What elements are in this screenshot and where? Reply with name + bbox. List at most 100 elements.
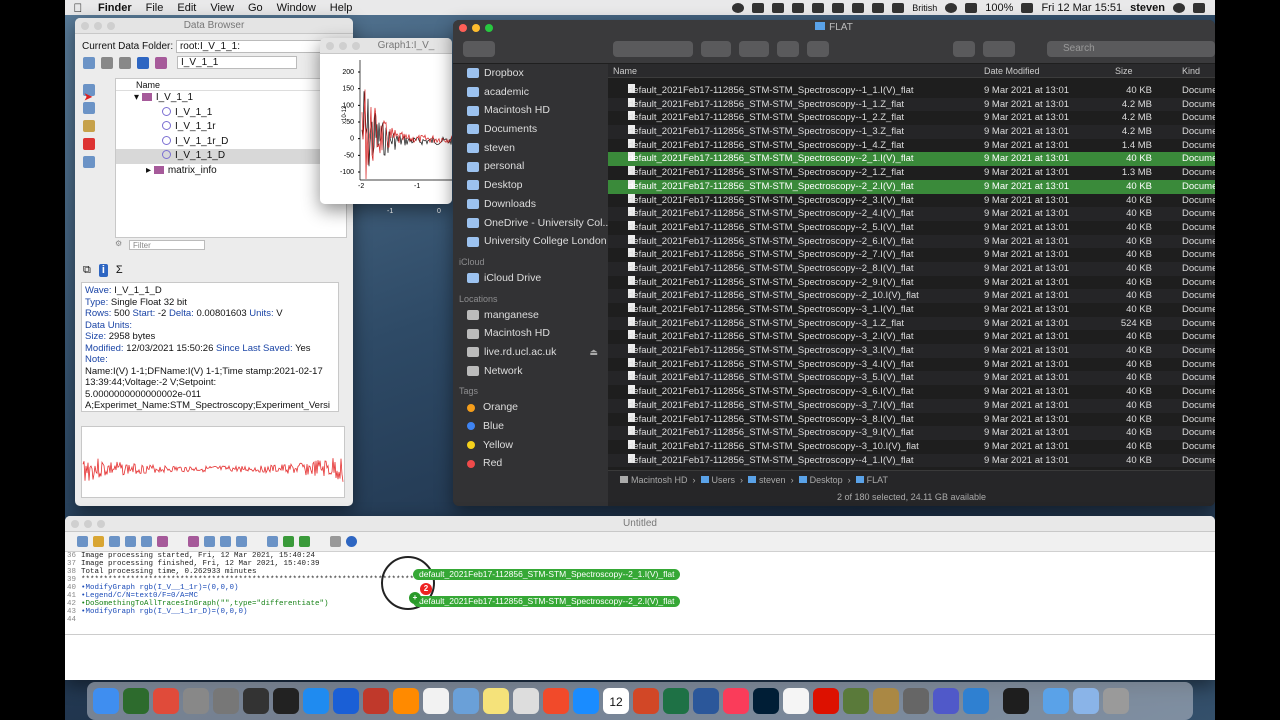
column-size[interactable]: Size: [1115, 64, 1133, 78]
file-row[interactable]: default_2021Feb17-112856_STM-STM_Spectro…: [608, 248, 1215, 262]
back-arrow-icon[interactable]: [101, 56, 113, 69]
shazam-icon[interactable]: [333, 688, 359, 714]
vpn-icon[interactable]: [873, 688, 899, 714]
siri-icon[interactable]: [1173, 2, 1185, 13]
print-icon[interactable]: [125, 536, 136, 547]
close-button[interactable]: [326, 42, 334, 50]
teams-icon[interactable]: [933, 688, 959, 714]
sidebar-item[interactable]: Dropbox: [453, 64, 608, 83]
help-icon[interactable]: [346, 536, 357, 547]
control-center-icon[interactable]: [1193, 2, 1205, 13]
calendar-icon[interactable]: 12: [603, 688, 629, 714]
file-row-selected[interactable]: default_2021Feb17-112856_STM-STM_Spectro…: [608, 152, 1215, 167]
open-icon[interactable]: [93, 536, 104, 547]
help-browser-icon[interactable]: [236, 536, 247, 547]
bluetooth-icon[interactable]: [812, 2, 825, 13]
file-row[interactable]: default_2021Feb17-112856_STM-STM_Spectro…: [608, 84, 1215, 98]
textedit-icon[interactable]: [783, 688, 809, 714]
file-row[interactable]: default_2021Feb17-112856_STM-STM_Spectro…: [608, 316, 1215, 331]
photoshop-icon[interactable]: [753, 688, 779, 714]
close-button[interactable]: [459, 24, 467, 32]
path-segment[interactable]: FLAT: [867, 475, 888, 485]
minimize-button[interactable]: [472, 24, 480, 32]
zoom-button[interactable]: [352, 42, 360, 50]
column-name[interactable]: Name: [613, 64, 637, 78]
tree-row[interactable]: ➤ ▾ I_V_1_1: [84, 91, 346, 106]
file-row[interactable]: default_2021Feb17-112856_STM-STM_Spectro…: [608, 261, 1215, 276]
menu-view[interactable]: View: [203, 2, 241, 14]
excel-icon[interactable]: [663, 688, 689, 714]
search-field[interactable]: Search: [1047, 41, 1215, 57]
delete-icon[interactable]: [83, 138, 95, 150]
save-icon[interactable]: [109, 536, 120, 547]
zoom-button[interactable]: [485, 24, 493, 32]
file-row[interactable]: default_2021Feb17-112856_STM-STM_Spectro…: [608, 166, 1215, 180]
disclosure-icon[interactable]: ▸: [146, 165, 151, 176]
launchpad-icon[interactable]: [183, 688, 209, 714]
tree-row-selected[interactable]: I_V_1_1_D: [116, 149, 346, 164]
image-viewer-icon[interactable]: [843, 688, 869, 714]
sidebar-tag[interactable]: Yellow: [453, 436, 608, 455]
path-segment[interactable]: Macintosh HD: [631, 475, 688, 485]
sidebar-item[interactable]: manganese: [453, 306, 608, 325]
finder-icon[interactable]: [93, 688, 119, 714]
gear-icon[interactable]: ⚙: [115, 239, 122, 248]
eject-icon[interactable]: ⏏: [589, 343, 598, 362]
forward-arrow-icon[interactable]: [119, 56, 131, 69]
vpn-icon[interactable]: [792, 2, 805, 13]
view-mode-control[interactable]: [613, 41, 693, 57]
printer-icon[interactable]: [832, 2, 845, 13]
sidebar-item[interactable]: Macintosh HD: [453, 324, 608, 343]
tree-row[interactable]: I_V_1_1r_D: [116, 135, 346, 150]
monitor-icon[interactable]: [83, 56, 95, 69]
dropbox-icon[interactable]: [772, 2, 785, 13]
sidebar-tag[interactable]: Orange: [453, 398, 608, 417]
menu-edit[interactable]: Edit: [170, 2, 203, 14]
sticky-icon[interactable]: [483, 688, 509, 714]
volume-icon[interactable]: [892, 2, 905, 13]
file-row[interactable]: default_2021Feb17-112856_STM-STM_Spectro…: [608, 426, 1215, 440]
share-button[interactable]: [777, 41, 799, 57]
clock[interactable]: Fri 12 Mar 15:51: [1041, 2, 1122, 14]
file-row[interactable]: default_2021Feb17-112856_STM-STM_Spectro…: [608, 207, 1215, 221]
column-date[interactable]: Date Modified: [984, 64, 1040, 78]
procedure-icon[interactable]: [220, 536, 231, 547]
brave-icon[interactable]: [543, 688, 569, 714]
finder-titlebar[interactable]: FLAT: [453, 20, 1215, 36]
dropbox-button[interactable]: [983, 41, 1015, 57]
cloud-icon[interactable]: [752, 2, 765, 13]
app-store-icon[interactable]: [303, 688, 329, 714]
file-row[interactable]: default_2021Feb17-112856_STM-STM_Spectro…: [608, 439, 1215, 454]
layout-icon[interactable]: [188, 536, 199, 547]
group-button[interactable]: [701, 41, 731, 57]
wifi-icon[interactable]: [945, 2, 958, 13]
downloads-icon[interactable]: [1043, 688, 1069, 714]
menu-go[interactable]: Go: [241, 2, 270, 14]
trash-icon[interactable]: [1103, 688, 1129, 714]
sidebar-item[interactable]: Downloads: [453, 195, 608, 214]
file-row[interactable]: default_2021Feb17-112856_STM-STM_Spectro…: [608, 125, 1215, 139]
zoom-button[interactable]: [97, 520, 105, 528]
data-browser-titlebar[interactable]: Data Browser: [75, 18, 353, 34]
file-row[interactable]: default_2021Feb17-112856_STM-STM_Spectro…: [608, 289, 1215, 303]
battery-percent[interactable]: 100%: [985, 2, 1013, 14]
sidebar-tag[interactable]: Red: [453, 454, 608, 473]
sidebar-item[interactable]: Desktop: [453, 176, 608, 195]
path-segment[interactable]: Users: [712, 475, 736, 485]
preview-icon[interactable]: [453, 688, 479, 714]
user-name[interactable]: steven: [1130, 2, 1165, 14]
sigma-icon[interactable]: Σ: [116, 264, 123, 277]
file-row[interactable]: default_2021Feb17-112856_STM-STM_Spectro…: [608, 138, 1215, 153]
new-icon[interactable]: [77, 536, 88, 547]
file-row[interactable]: default_2021Feb17-112856_STM-STM_Spectro…: [608, 344, 1215, 358]
up-arrow-icon[interactable]: [137, 56, 149, 69]
gimp-icon[interactable]: [903, 688, 929, 714]
mendeley-icon[interactable]: [363, 688, 389, 714]
file-row[interactable]: default_2021Feb17-112856_STM-STM_Spectro…: [608, 371, 1215, 386]
file-row[interactable]: default_2021Feb17-112856_STM-STM_Spectro…: [608, 303, 1215, 317]
file-row[interactable]: default_2021Feb17-112856_STM-STM_Spectro…: [608, 111, 1215, 125]
word-icon[interactable]: [693, 688, 719, 714]
menu-app[interactable]: Finder: [91, 2, 139, 14]
activity-monitor-icon[interactable]: [243, 688, 269, 714]
file-row[interactable]: default_2021Feb17-112856_STM-STM_Spectro…: [608, 398, 1215, 413]
